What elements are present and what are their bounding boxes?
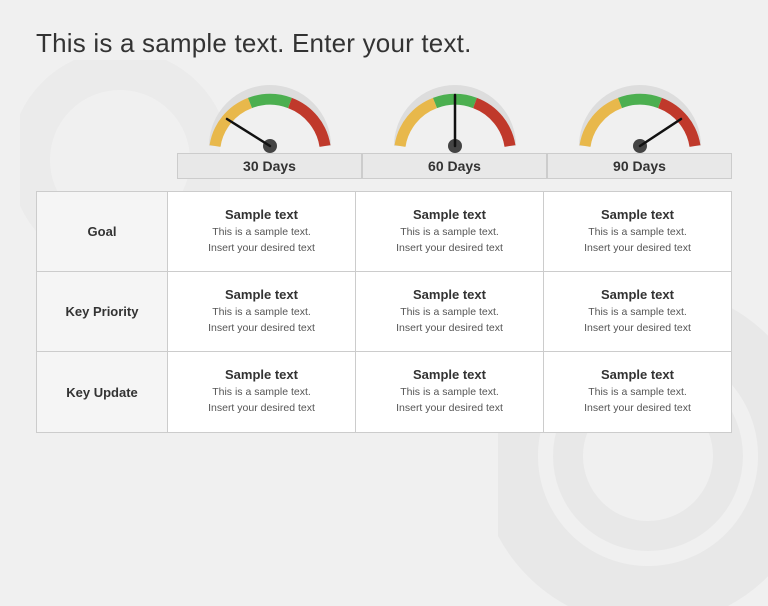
cell-title: Sample text [413,287,486,302]
cell-title: Sample text [601,287,674,302]
cell-title: Sample text [225,287,298,302]
gauge-30-svg [205,81,335,153]
cell-keypriority-60: Sample text This is a sample text.Insert… [356,272,543,352]
gauge-90-svg [575,81,705,153]
data-table: Goal Key Priority Key Update Sample text… [36,191,732,433]
cell-goal-90: Sample text This is a sample text.Insert… [544,192,731,272]
cell-keyupdate-60: Sample text This is a sample text.Insert… [356,352,543,432]
cell-desc: This is a sample text.Insert your desire… [396,305,503,337]
cell-desc: This is a sample text.Insert your desire… [396,225,503,257]
gauge-col-30: 30 Days [177,81,362,179]
cell-keypriority-90: Sample text This is a sample text.Insert… [544,272,731,352]
cell-keyupdate-90: Sample text This is a sample text.Insert… [544,352,731,432]
main-container: This is a sample text. Enter your text. … [0,0,768,453]
gauge-col-60: 60 Days [362,81,547,179]
row-label-key-update: Key Update [37,352,167,432]
gauge-label-90: 90 Days [547,153,732,179]
cell-desc: This is a sample text.Insert your desire… [584,225,691,257]
row-label-column: Goal Key Priority Key Update [37,192,167,432]
gauges-row: 30 Days 60 Days [36,81,732,179]
data-col-60: Sample text This is a sample text.Insert… [355,192,543,432]
row-label-goal: Goal [37,192,167,272]
cell-title: Sample text [413,367,486,382]
cell-goal-60: Sample text This is a sample text.Insert… [356,192,543,272]
cell-desc: This is a sample text.Insert your desire… [208,305,315,337]
gauge-col-90: 90 Days [547,81,732,179]
data-columns: Sample text This is a sample text.Insert… [167,192,731,432]
page-title: This is a sample text. Enter your text. [36,28,732,59]
cell-keyupdate-30: Sample text This is a sample text.Insert… [168,352,355,432]
cell-title: Sample text [225,207,298,222]
cell-desc: This is a sample text.Insert your desire… [584,305,691,337]
data-col-30: Sample text This is a sample text.Insert… [167,192,355,432]
cell-desc: This is a sample text.Insert your desire… [208,385,315,417]
row-label-key-priority: Key Priority [37,272,167,352]
cell-desc: This is a sample text.Insert your desire… [584,385,691,417]
cell-goal-30: Sample text This is a sample text.Insert… [168,192,355,272]
cell-title: Sample text [413,207,486,222]
cell-title: Sample text [225,367,298,382]
cell-desc: This is a sample text.Insert your desire… [208,225,315,257]
data-col-90: Sample text This is a sample text.Insert… [543,192,731,432]
cell-title: Sample text [601,367,674,382]
cell-title: Sample text [601,207,674,222]
gauge-60-svg [390,81,520,153]
cell-keypriority-30: Sample text This is a sample text.Insert… [168,272,355,352]
gauge-label-30: 30 Days [177,153,362,179]
cell-desc: This is a sample text.Insert your desire… [396,385,503,417]
gauge-label-60: 60 Days [362,153,547,179]
